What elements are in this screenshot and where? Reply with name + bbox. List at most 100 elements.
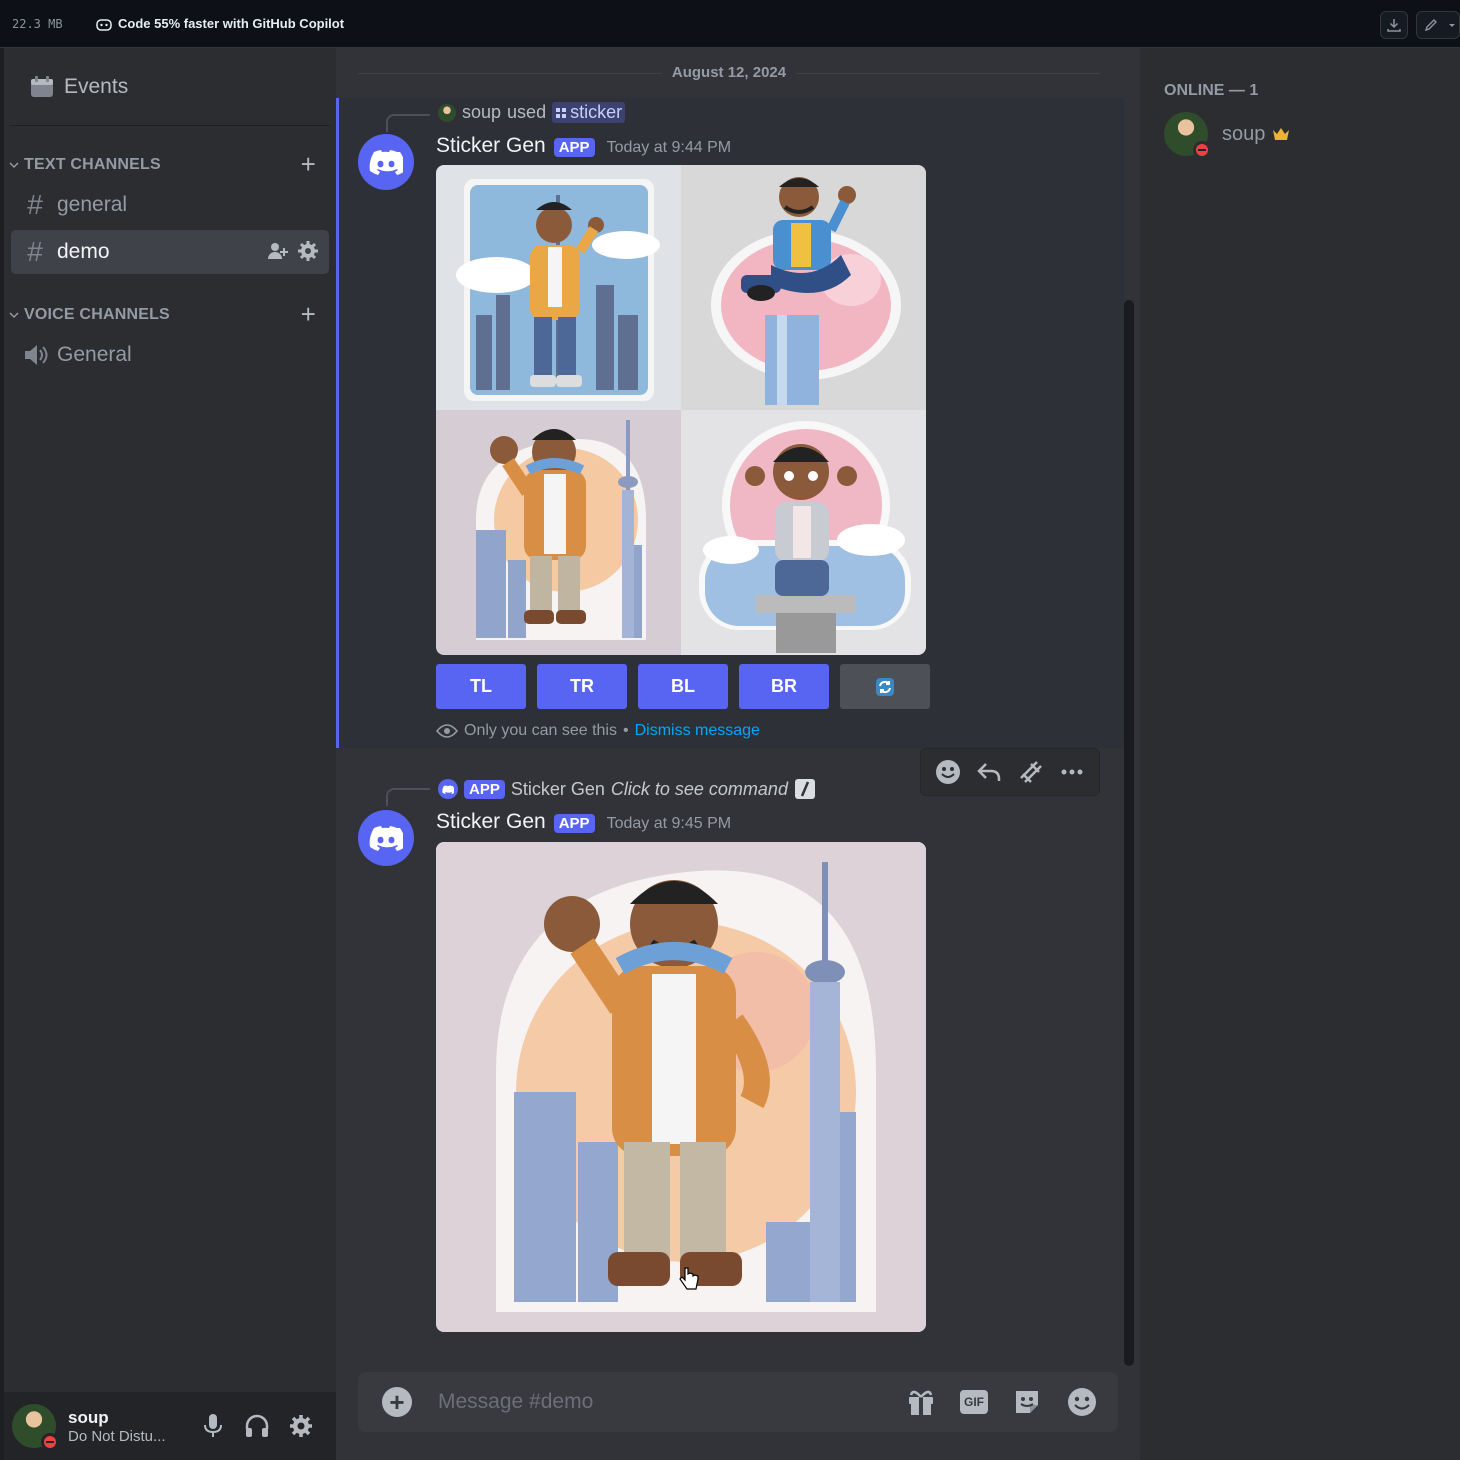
timestamp: Today at 9:45 PM <box>606 815 732 832</box>
browser-topbar: 22.3 MB Code 55% faster with GitHub Copi… <box>0 0 1460 48</box>
pencil-icon <box>1424 19 1437 32</box>
tr-button[interactable]: TR <box>537 664 627 709</box>
slash-command-mention[interactable]: sticker <box>552 102 626 123</box>
date-divider-label: August 12, 2024 <box>661 64 797 81</box>
gif-label: GIF <box>964 1395 984 1409</box>
crown-icon <box>1273 128 1290 140</box>
text-channels-label: TEXT CHANNELS <box>24 156 161 173</box>
slash-command-icon <box>794 779 815 799</box>
interaction-context[interactable]: soup used sticker <box>438 102 626 123</box>
dismiss-message-link[interactable]: Dismiss message <box>635 722 760 740</box>
sticker-grid-image[interactable] <box>436 165 926 655</box>
calendar-icon <box>31 75 53 97</box>
copilot-icon <box>96 18 112 31</box>
channel-settings-gear-icon[interactable] <box>297 240 319 262</box>
ephemeral-notice: Only you can see this • Dismiss message <box>436 722 760 740</box>
current-user-status: Do Not Distu... <box>68 1427 166 1445</box>
sticker-icon[interactable] <box>1012 1387 1042 1417</box>
bot-avatar[interactable] <box>358 134 414 190</box>
invite-people-icon[interactable] <box>267 240 289 262</box>
reply-connector <box>386 788 430 806</box>
user-avatar[interactable] <box>12 1404 59 1451</box>
message-header: Sticker Gen APP Today at 9:45 PM <box>436 810 731 834</box>
slash-command-name: sticker <box>570 102 623 122</box>
current-username: soup <box>68 1407 109 1427</box>
add-attachment-icon[interactable]: + <box>382 1387 412 1417</box>
sticker-choice-buttons: TL TR BL BR <box>436 664 930 709</box>
app-tag: APP <box>553 814 595 833</box>
hash-icon: # <box>27 189 43 220</box>
regenerate-button[interactable] <box>840 664 930 709</box>
author-name[interactable]: Sticker Gen <box>436 810 546 834</box>
command-grid-icon <box>556 107 567 118</box>
timestamp: Today at 9:44 PM <box>606 139 732 156</box>
user-settings-gear-icon[interactable] <box>288 1412 314 1440</box>
context-username: soup <box>462 102 502 122</box>
speaker-icon <box>25 345 48 365</box>
message-composer[interactable]: + Message #demo GIF <box>358 1372 1118 1432</box>
bot-avatar[interactable] <box>358 810 414 866</box>
channel-demo[interactable]: # demo <box>11 230 329 274</box>
chevron-down-icon <box>9 162 19 169</box>
sticker-option-bottom-left <box>436 410 681 655</box>
refresh-icon <box>876 677 894 696</box>
copilot-promo[interactable]: Code 55% faster with GitHub Copilot <box>96 16 344 31</box>
interaction-context[interactable]: APP Sticker Gen Click to see command <box>438 778 816 800</box>
channel-sidebar: Events TEXT CHANNELS + # general # demo … <box>4 48 336 1460</box>
events-item[interactable]: Events <box>10 48 330 126</box>
voice-channel-general[interactable]: General <box>11 333 329 377</box>
discord-logo-icon <box>442 784 454 794</box>
add-text-channel-icon[interactable]: + <box>301 151 316 177</box>
emoji-icon[interactable] <box>1066 1386 1098 1418</box>
sticker-option-bottom-right <box>681 410 926 655</box>
sticker-option-top-right <box>681 165 926 410</box>
message-hover-toolbar <box>920 748 1100 796</box>
chat-scrollbar[interactable] <box>1124 300 1134 1366</box>
channel-general[interactable]: # general <box>11 183 329 227</box>
channel-name: general <box>57 193 128 216</box>
generated-sticker-image[interactable] <box>436 842 926 1332</box>
br-button[interactable]: BR <box>739 664 829 709</box>
voice-channels-category[interactable]: VOICE CHANNELS + <box>4 300 336 330</box>
events-label: Events <box>64 74 129 98</box>
headphones-icon[interactable] <box>244 1412 270 1440</box>
copilot-promo-text: Code 55% faster with GitHub Copilot <box>118 16 345 31</box>
context-verb: used <box>507 102 547 122</box>
author-name[interactable]: Sticker Gen <box>436 134 546 158</box>
app-tag: APP <box>553 138 595 157</box>
notice-separator: • <box>622 722 629 739</box>
member-name: soup <box>1222 122 1266 145</box>
chat-area: August 12, 2024 soup used sticker Sticke… <box>336 48 1140 1460</box>
download-icon <box>1387 19 1401 32</box>
microphone-icon[interactable] <box>200 1412 226 1440</box>
gift-icon[interactable] <box>906 1387 936 1417</box>
context-bot-avatar <box>438 779 458 799</box>
context-hint: Click to see command <box>610 778 788 799</box>
reply-icon[interactable] <box>975 758 1003 786</box>
caret-down-icon <box>1449 24 1455 27</box>
discord-logo-icon <box>369 826 403 851</box>
reply-connector <box>386 114 430 132</box>
user-panel: soup Do Not Distu... <box>4 1392 336 1460</box>
add-reaction-icon[interactable] <box>934 758 962 786</box>
hand-cursor-icon <box>679 1267 699 1290</box>
app-commands-icon[interactable] <box>1017 758 1045 786</box>
tl-button[interactable]: TL <box>436 664 526 709</box>
context-author: Sticker Gen <box>510 778 605 799</box>
dnd-status-icon <box>1193 141 1211 159</box>
message-input[interactable]: Message #demo <box>438 1390 906 1414</box>
message-header: Sticker Gen APP Today at 9:44 PM <box>436 134 731 158</box>
memory-usage: 22.3 MB <box>12 16 63 31</box>
add-voice-channel-icon[interactable]: + <box>301 301 316 327</box>
bl-button[interactable]: BL <box>638 664 728 709</box>
eye-icon <box>436 724 458 738</box>
member-item[interactable]: soup <box>1164 112 1291 159</box>
gif-picker-button[interactable]: GIF <box>960 1390 988 1414</box>
date-divider: August 12, 2024 <box>358 64 1100 81</box>
text-channels-category[interactable]: TEXT CHANNELS + <box>4 150 336 180</box>
more-options-icon[interactable] <box>1058 758 1086 786</box>
download-button[interactable] <box>1380 11 1408 39</box>
edit-button[interactable] <box>1416 11 1460 39</box>
channel-name: demo <box>57 240 110 263</box>
channel-name: General <box>57 343 132 366</box>
